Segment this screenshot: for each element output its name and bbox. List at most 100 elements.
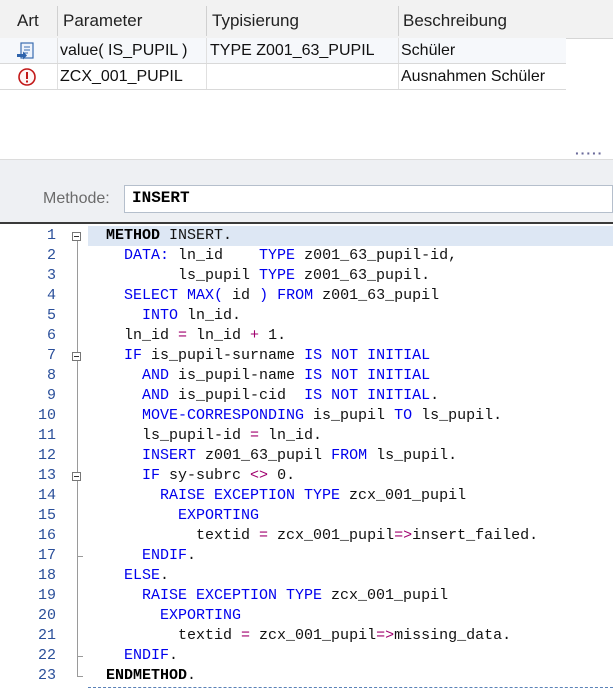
parameter-description[interactable]: Schüler xyxy=(401,38,455,63)
cell-divider xyxy=(398,38,399,63)
fold-end-marker xyxy=(77,656,83,657)
code-line[interactable]: MOVE-CORRESPONDING is_pupil TO ls_pupil. xyxy=(88,406,502,426)
line-number: 8 xyxy=(46,367,56,384)
collapse-block-icon[interactable] xyxy=(72,472,81,481)
code-text: . xyxy=(187,547,197,564)
column-header-typing[interactable]: Typisierung xyxy=(212,0,299,38)
line-number: 11 xyxy=(37,427,56,444)
code-text: z001_63_pupil-id, xyxy=(295,247,458,264)
code-line[interactable]: EXPORTING xyxy=(88,506,259,526)
cell-divider xyxy=(206,64,207,89)
code-text: ls_pupil xyxy=(88,267,260,284)
column-header-description[interactable]: Beschreibung xyxy=(403,0,507,38)
code-line[interactable]: EXPORTING xyxy=(88,606,241,626)
code-text: . xyxy=(160,567,170,584)
code-keyword: AND xyxy=(142,367,170,384)
code-line[interactable]: AND is_pupil-cid IS NOT INITIAL. xyxy=(88,386,439,406)
parameter-typing[interactable]: TYPE Z001_63_PUPIL xyxy=(210,38,375,63)
code-text: ls_pupil. xyxy=(412,407,503,424)
code-operator: <> xyxy=(250,467,269,484)
code-text: . xyxy=(430,387,440,404)
code-operator: => xyxy=(376,627,395,644)
code-text: 0. xyxy=(268,467,296,484)
import-parameter-icon xyxy=(16,40,38,62)
parameter-table: Art Parameter Typisierung Beschreibung v… xyxy=(0,0,613,150)
code-text: is_pupil-surname xyxy=(142,347,305,364)
code-line[interactable]: textid = zcx_001_pupil=>insert_failed. xyxy=(88,526,538,546)
method-name-field[interactable]: INSERT xyxy=(124,185,613,213)
fold-end-marker xyxy=(77,676,83,677)
code-line[interactable]: METHOD INSERT. xyxy=(88,226,232,246)
parameter-name[interactable]: value( IS_PUPIL ) xyxy=(60,38,187,63)
code-line[interactable]: IF sy-subrc <> 0. xyxy=(88,466,295,486)
code-text: is_pupil-cid xyxy=(169,387,305,404)
code-line[interactable]: ENDIF. xyxy=(88,646,178,666)
code-keyword: TYPE xyxy=(259,267,296,284)
code-line[interactable]: INSERT z001_63_pupil FROM ls_pupil. xyxy=(88,446,457,466)
cell-divider xyxy=(206,38,207,63)
code-line[interactable]: ENDMETHOD. xyxy=(88,666,196,686)
code-line[interactable]: textid = zcx_001_pupil=>missing_data. xyxy=(88,626,511,646)
line-number: 22 xyxy=(37,647,56,664)
code-text: insert_failed. xyxy=(412,527,539,544)
code-text: is_pupil-name xyxy=(169,367,305,384)
line-number: 2 xyxy=(46,247,56,264)
code-text: ln_id xyxy=(88,327,179,344)
parameter-name[interactable]: ZCX_001_PUPIL xyxy=(60,64,183,89)
method-bar: Methode: INSERT xyxy=(0,159,613,222)
code-text: ln_id xyxy=(187,327,251,344)
code-line[interactable]: INTO ln_id. xyxy=(88,306,241,326)
column-divider[interactable] xyxy=(57,6,58,36)
column-divider[interactable] xyxy=(398,6,399,36)
column-header-parameter[interactable]: Parameter xyxy=(63,0,142,38)
column-header-art[interactable]: Art xyxy=(17,0,39,38)
code-line[interactable]: ENDIF. xyxy=(88,546,196,566)
code-text: zcx_001_pupil xyxy=(250,627,377,644)
code-text: missing_data. xyxy=(394,627,512,644)
code-editor[interactable]: 1 METHOD INSERT. 2 DATA: ln_id TYPE z001_… xyxy=(0,222,613,691)
code-line[interactable]: SELECT MAX( id ) FROM z001_63_pupil xyxy=(88,286,439,306)
code-keyword: ENDMETHOD xyxy=(106,667,188,684)
code-keyword: IF xyxy=(142,467,161,484)
code-keyword: RAISE EXCEPTION TYPE xyxy=(160,487,341,504)
code-text: ln_id. xyxy=(178,307,242,324)
code-line[interactable]: DATA: ln_id TYPE z001_63_pupil-id, xyxy=(88,246,457,266)
exception-icon xyxy=(16,66,38,88)
code-line[interactable]: AND is_pupil-name IS NOT INITIAL xyxy=(88,366,430,386)
code-text: z001_63_pupil xyxy=(196,447,332,464)
collapse-block-icon[interactable] xyxy=(72,232,81,241)
code-operator: = xyxy=(250,427,260,444)
code-line[interactable]: ls_pupil TYPE z001_63_pupil. xyxy=(88,266,430,286)
table-row[interactable]: ZCX_001_PUPIL Ausnahmen Schüler xyxy=(0,64,566,90)
code-line[interactable]: ELSE. xyxy=(88,566,169,586)
line-number: 6 xyxy=(46,327,56,344)
code-line[interactable]: ls_pupil-id = ln_id. xyxy=(88,426,322,446)
end-of-code-marker xyxy=(88,687,613,688)
line-number: 15 xyxy=(37,507,56,524)
code-line[interactable]: IF is_pupil-surname IS NOT INITIAL xyxy=(88,346,430,366)
line-number: 7 xyxy=(46,347,56,364)
code-line[interactable]: RAISE EXCEPTION TYPE zcx_001_pupil xyxy=(88,486,466,506)
parameter-description[interactable]: Ausnahmen Schüler xyxy=(401,64,545,89)
splitter-handle[interactable]: ····· xyxy=(575,146,603,160)
code-keyword: EXPORTING xyxy=(178,507,260,524)
table-row[interactable]: value( IS_PUPIL ) TYPE Z001_63_PUPIL Sch… xyxy=(0,38,566,64)
code-line[interactable]: RAISE EXCEPTION TYPE zcx_001_pupil xyxy=(88,586,448,606)
code-keyword: ENDIF xyxy=(124,647,170,664)
code-keyword: IS NOT INITIAL xyxy=(304,387,431,404)
line-number: 23 xyxy=(37,667,56,684)
collapse-block-icon[interactable] xyxy=(72,352,81,361)
code-line[interactable]: ln_id = ln_id + 1. xyxy=(88,326,286,346)
code-text: INSERT. xyxy=(160,227,233,244)
code-text: . xyxy=(187,667,197,684)
column-divider[interactable] xyxy=(206,6,207,36)
